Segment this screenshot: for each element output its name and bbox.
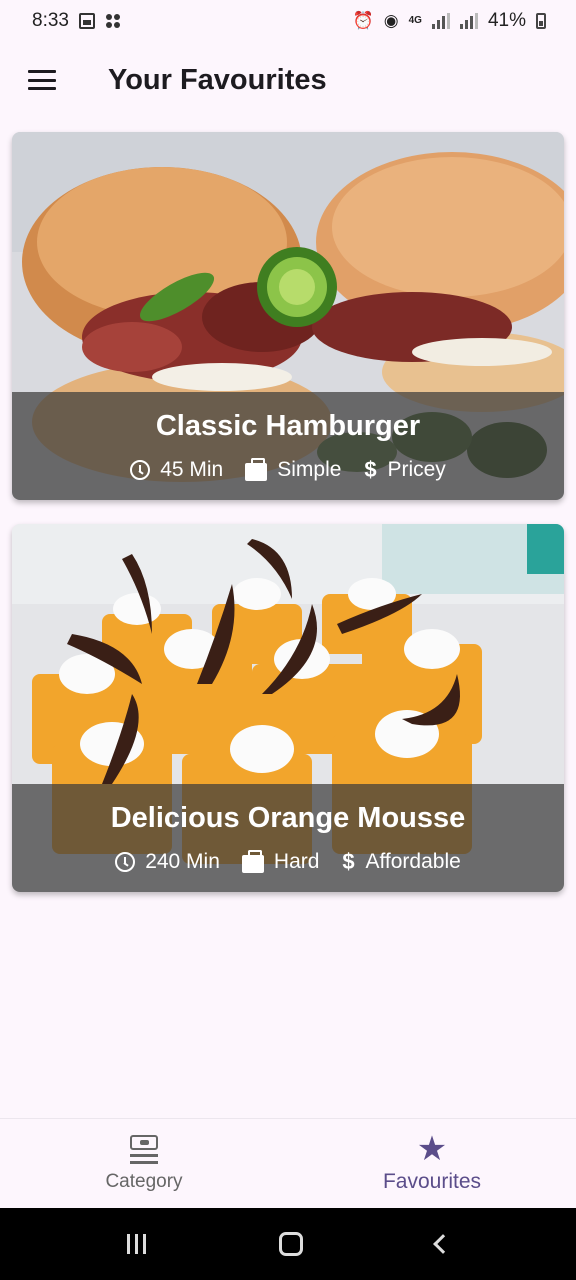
meal-title: Delicious Orange Mousse [110, 801, 466, 834]
meal-affordability: $ Affordable [341, 849, 460, 875]
menu-button[interactable] [0, 42, 84, 118]
meal-complexity: Hard [241, 849, 320, 874]
nav-label-category: Category [105, 1170, 183, 1192]
signal-icon [431, 13, 450, 29]
back-button[interactable] [432, 1234, 453, 1254]
nav-item-category[interactable]: Category [0, 1119, 288, 1208]
complexity-label: Simple [277, 457, 342, 481]
gallery-notification-icon [78, 13, 95, 29]
alarm-icon: ⏰ [352, 11, 374, 30]
battery-icon [536, 13, 546, 29]
status-right: ⏰ ◉ 4G 41% [353, 10, 546, 32]
network-type: 4G [408, 15, 422, 26]
briefcase-icon [241, 849, 264, 873]
hotspot-icon: ◉ [383, 11, 399, 30]
dollar-icon: $ [342, 848, 355, 874]
duration-label: 45 Min [160, 457, 224, 481]
meal-complexity: Simple [245, 457, 342, 482]
status-time: 8:33 [32, 10, 69, 31]
page-title: Your Favourites [108, 63, 327, 96]
clock-icon [130, 459, 151, 480]
app-bar: Your Favourites [0, 42, 576, 118]
meal-meta: 45 Min Simple $ Pricey [130, 457, 446, 483]
meal-affordability: $ Pricey [363, 457, 445, 483]
affordability-label: Affordable [365, 849, 461, 873]
status-left: 8:33 [32, 10, 121, 32]
star-icon: ★ [416, 1129, 448, 1168]
nav-label-favourites: Favourites [382, 1169, 482, 1193]
complexity-label: Hard [273, 849, 320, 873]
clock-icon [115, 851, 136, 872]
nav-item-favourites[interactable]: ★ Favourites [288, 1119, 576, 1208]
signal-icon-2 [459, 13, 478, 29]
system-navigation-bar [0, 1208, 576, 1280]
meal-title: Classic Hamburger [155, 409, 421, 442]
meal-duration: 240 Min [115, 850, 220, 874]
bottom-navigation: Category ★ Favourites [0, 1118, 576, 1208]
category-icon [129, 1134, 159, 1165]
battery-level: 41% [487, 10, 526, 31]
home-button[interactable] [278, 1232, 303, 1256]
meal-duration: 45 Min [130, 458, 223, 482]
dollar-icon: $ [364, 456, 377, 482]
meal-info-overlay: Delicious Orange Mousse 240 Min Hard $ A… [12, 784, 564, 892]
meal-meta: 240 Min Hard $ Affordable [115, 849, 461, 875]
meal-info-overlay: Classic Hamburger 45 Min Simple $ Pricey [12, 392, 564, 500]
apps-notification-icon [105, 13, 121, 29]
duration-label: 240 Min [145, 849, 220, 873]
status-bar: 8:33 ⏰ ◉ 4G 41% [0, 0, 576, 42]
meal-card-classic-hamburger[interactable]: Classic Hamburger 45 Min Simple $ Pricey [12, 132, 564, 500]
affordability-label: Pricey [387, 457, 446, 481]
recent-apps-button[interactable] [126, 1234, 146, 1254]
meal-card-orange-mousse[interactable]: Delicious Orange Mousse 240 Min Hard $ A… [12, 524, 564, 892]
briefcase-icon [245, 457, 268, 481]
hamburger-menu-icon [28, 70, 56, 90]
